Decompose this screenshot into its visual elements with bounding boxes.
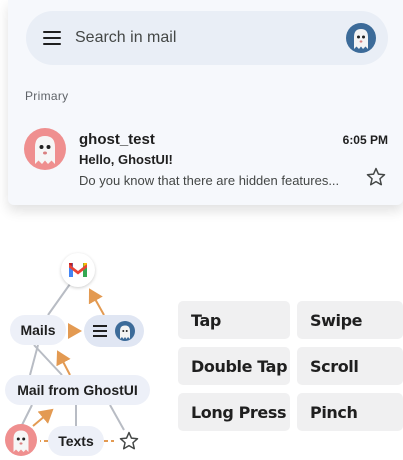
connector-line [33, 344, 63, 376]
gesture-pinch[interactable]: Pinch [297, 393, 403, 431]
email-time: 6:05 PM [342, 133, 388, 147]
connector-line [29, 344, 39, 376]
gesture-long-press[interactable]: Long Press [178, 393, 290, 431]
menu-icon [93, 325, 107, 327]
search-bar[interactable]: Search in mail [26, 11, 388, 65]
gesture-swipe[interactable]: Swipe [297, 301, 403, 339]
sender-avatar [24, 128, 66, 170]
gmail-logo-icon [61, 253, 95, 287]
menu-icon[interactable] [43, 31, 61, 45]
star-icon[interactable] [365, 166, 387, 188]
email-snippet: Do you know that there are hidden featur… [79, 173, 340, 188]
gesture-tap[interactable]: Tap [178, 301, 290, 339]
gesture-scroll[interactable]: Scroll [297, 347, 403, 385]
diagram-node-mail-item: Mail from GhostUI [5, 375, 150, 405]
email-subject: Hello, GhostUI! [79, 152, 173, 167]
connector-line [47, 283, 71, 316]
gmail-inbox-card: Search in mail Primary ghost_test 6:05 P… [8, 0, 403, 205]
flow-arrow [32, 408, 54, 427]
connector-line [21, 404, 33, 426]
gesture-double-tap[interactable]: Double Tap [178, 347, 290, 385]
diagram-node-mails: Mails [10, 315, 66, 345]
inbox-category-label: Primary [25, 89, 69, 103]
email-list-item[interactable]: ghost_test 6:05 PM Hello, GhostUI! Do yo… [8, 118, 403, 198]
ghost-icon [354, 29, 368, 49]
email-sender: ghost_test [79, 131, 155, 148]
ghost-icon [35, 136, 55, 164]
ghost-icon [13, 430, 29, 452]
diagram-node-texts: Texts [48, 426, 104, 456]
star-icon [118, 430, 140, 452]
diagram-node-avatar [5, 424, 37, 456]
connector-line [109, 404, 125, 431]
account-avatar[interactable] [346, 23, 376, 53]
flow-arrow [88, 288, 105, 316]
search-input[interactable]: Search in mail [75, 29, 176, 47]
diagram-node-search-bar [84, 315, 144, 347]
